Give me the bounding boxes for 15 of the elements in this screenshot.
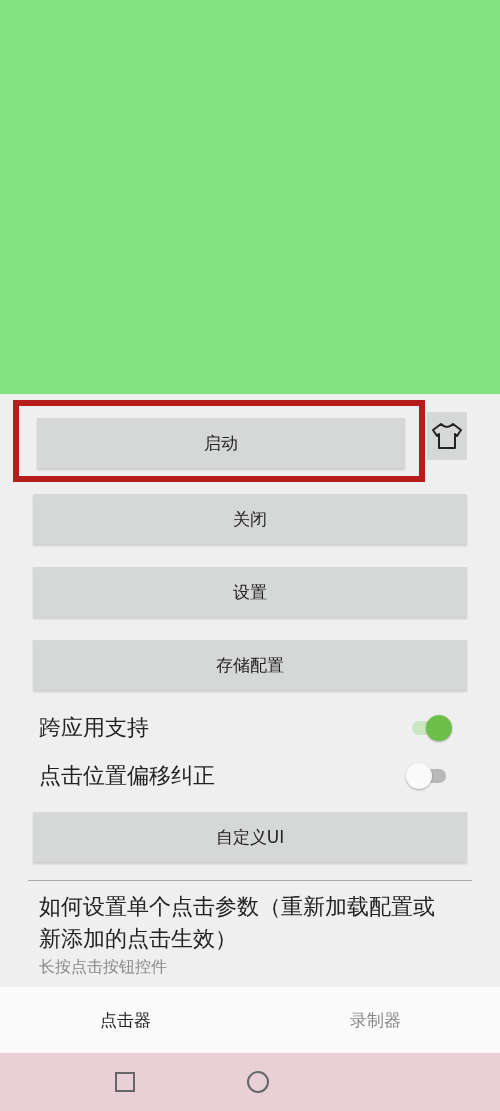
action-button[interactable]: 存储配置 xyxy=(33,640,467,690)
home-icon[interactable] xyxy=(247,1071,269,1093)
tab[interactable]: 点击器 xyxy=(0,987,250,1053)
switch-label: 跨应用支持 xyxy=(39,714,149,742)
action-button[interactable]: 设置 xyxy=(33,567,467,617)
help-title: 如何设置单个点击参数（重新加载配置或新添加的点击生效） xyxy=(38,893,436,953)
start-button[interactable]: 启动 xyxy=(37,418,405,468)
shirt-icon xyxy=(431,422,463,450)
action-button[interactable]: 关闭 xyxy=(33,494,467,544)
recents-icon[interactable] xyxy=(115,1072,135,1092)
help-hint: 长按点击按钮控件 xyxy=(38,957,168,978)
skin-button[interactable] xyxy=(427,412,467,460)
custom-ui-button[interactable]: 自定义UI xyxy=(33,812,467,862)
tab[interactable]: 录制器 xyxy=(250,987,500,1053)
switch-label: 点击位置偏移纠正 xyxy=(39,762,215,790)
